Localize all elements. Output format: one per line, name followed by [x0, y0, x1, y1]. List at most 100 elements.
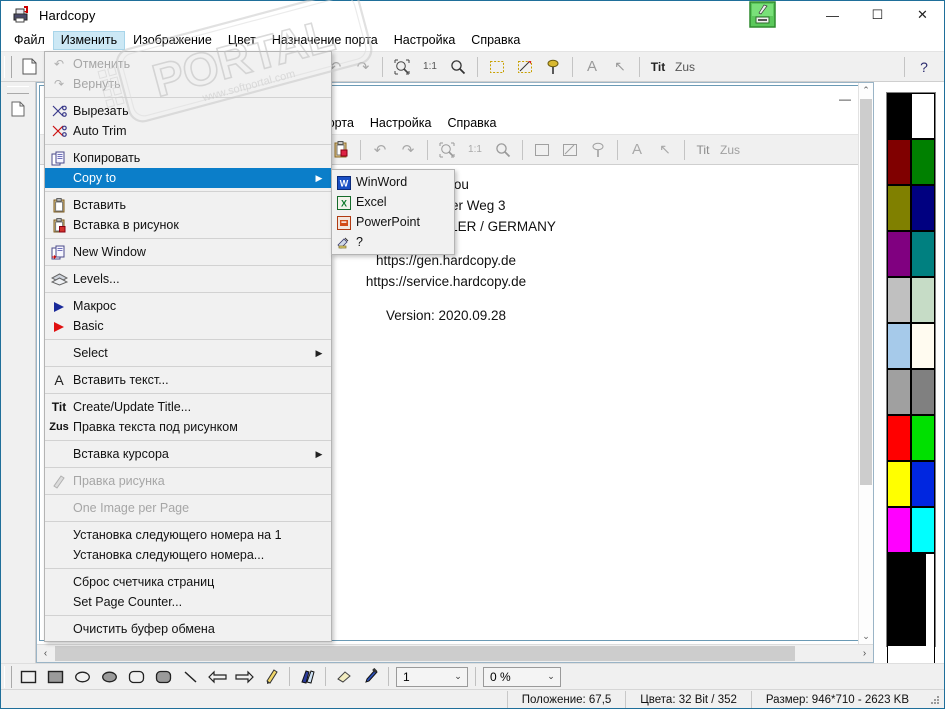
menu-settings[interactable]: Настройка [386, 31, 464, 50]
scroll-left-arrow[interactable]: ‹ [37, 645, 54, 662]
marker-icon[interactable] [295, 666, 320, 688]
help-icon[interactable]: ? [911, 55, 937, 79]
menu-help[interactable]: Справка [463, 31, 528, 50]
palette-swatch-navy[interactable] [911, 185, 935, 231]
left-toolbar-grip[interactable] [6, 86, 29, 94]
bottom-toolbar-grip[interactable] [4, 665, 12, 688]
arrow-left-icon[interactable] [205, 666, 230, 688]
vertical-scrollbar[interactable]: ⌃ ⌄ [858, 83, 873, 644]
green-scanner-icon[interactable] [748, 1, 778, 29]
new-document-icon[interactable] [16, 55, 42, 79]
chevron-down-icon[interactable]: ⌄ [449, 671, 467, 682]
color-picker-icon[interactable] [540, 55, 566, 79]
palette-swatch-yellow[interactable] [887, 461, 911, 507]
palette-swatch-olive[interactable] [887, 185, 911, 231]
palette-swatch-teal[interactable] [911, 231, 935, 277]
palette-swatch-red[interactable] [887, 415, 911, 461]
menuitem-edit-image[interactable]: Правка рисунка [45, 471, 331, 491]
menuitem-copy-to[interactable]: Copy to ▶ [45, 168, 331, 188]
palette-swatch-green[interactable] [911, 139, 935, 185]
palette-swatch-cyan[interactable] [911, 507, 935, 553]
menuitem-new-window[interactable]: New Window [45, 242, 331, 262]
menu-image[interactable]: Изображение [125, 31, 220, 50]
palette-swatch-magenta[interactable] [887, 507, 911, 553]
menuitem-one-image-per-page[interactable]: One Image per Page [45, 498, 331, 518]
color-palette[interactable] [886, 92, 936, 691]
line-width-combo[interactable]: 1 ⌄ [396, 666, 468, 687]
horizontal-scroll-thumb[interactable] [55, 646, 795, 661]
palette-swatch-silver[interactable] [887, 277, 911, 323]
scroll-down-arrow[interactable]: ⌄ [859, 629, 873, 644]
vertical-scroll-thumb[interactable] [860, 99, 872, 485]
menuitem-auto-trim[interactable]: Auto Trim [45, 121, 331, 141]
ellipse-outline-icon[interactable] [70, 666, 95, 688]
menuitem-paste-into-image[interactable]: Вставка в рисунок [45, 215, 331, 235]
menuitem-set-next-number-to-1[interactable]: Установка следующего номера на 1 [45, 525, 331, 545]
menuitem-redo[interactable]: ↷ Вернуть [45, 74, 331, 94]
palette-swatch-pale-green[interactable] [911, 277, 935, 323]
rect-outline-icon[interactable] [16, 666, 41, 688]
child-menu-settings[interactable]: Настройка [362, 114, 440, 133]
arrow-right-icon[interactable] [232, 666, 257, 688]
chevron-down-icon[interactable]: ⌄ [542, 671, 560, 682]
palette-swatch-maroon[interactable] [887, 139, 911, 185]
menuitem-copy[interactable]: Копировать [45, 148, 331, 168]
menuitem-paste[interactable]: Вставить [45, 195, 331, 215]
zoom-100-label[interactable]: 1:1 [417, 55, 443, 79]
palette-swatch-light-gray[interactable] [887, 369, 911, 415]
toolbar-grip[interactable] [4, 55, 12, 78]
horizontal-scrollbar[interactable]: ‹ › [37, 644, 873, 662]
submenu-item-winword[interactable]: W WinWord [332, 172, 454, 192]
palette-swatch-gray[interactable] [911, 369, 935, 415]
menuitem-insert-cursor[interactable]: Вставка курсора ▶ [45, 444, 331, 464]
menuitem-basic[interactable]: Basic [45, 316, 331, 336]
submenu-item-other[interactable]: ? [332, 232, 454, 252]
rect-select-icon[interactable] [484, 55, 510, 79]
menuitem-macro[interactable]: Макрос [45, 296, 331, 316]
transparency-combo[interactable]: 0 % ⌄ [483, 666, 561, 687]
menuitem-cut[interactable]: Вырезать [45, 101, 331, 121]
submenu-item-excel[interactable]: X Excel [332, 192, 454, 212]
rounded-rect-outline-icon[interactable] [124, 666, 149, 688]
child-menu-help[interactable]: Справка [439, 114, 504, 133]
fit-to-window-icon[interactable] [389, 55, 415, 79]
menuitem-undo[interactable]: ↶ Отменить [45, 54, 331, 74]
palette-swatch-lime[interactable] [911, 415, 935, 461]
menuitem-set-next-number[interactable]: Установка следующего номера... [45, 545, 331, 565]
zoom-icon[interactable] [445, 55, 471, 79]
line-icon[interactable] [178, 666, 203, 688]
scroll-up-arrow[interactable]: ⌃ [859, 83, 873, 98]
menu-edit[interactable]: Изменить [52, 31, 126, 50]
region-edit-icon[interactable] [512, 55, 538, 79]
maximize-button[interactable]: ☐ [855, 0, 900, 30]
palette-swatch-ivory[interactable] [911, 323, 935, 369]
menuitem-create-update-title[interactable]: Tit Create/Update Title... [45, 397, 331, 417]
subtitle-tool-label[interactable]: Zus [672, 55, 698, 79]
palette-swatch-light-blue[interactable] [887, 323, 911, 369]
palette-swatch-purple[interactable] [887, 231, 911, 277]
menuitem-levels[interactable]: Levels... [45, 269, 331, 289]
submenu-item-powerpoint[interactable]: PowerPoint [332, 212, 454, 232]
palette-swatch-blue[interactable] [911, 461, 935, 507]
pen-icon[interactable] [259, 666, 284, 688]
menuitem-select[interactable]: Select ▶ [45, 343, 331, 363]
palette-swatch-black[interactable] [887, 93, 911, 139]
menu-file[interactable]: Файл [6, 31, 53, 50]
eyedropper-icon[interactable] [358, 666, 383, 688]
menuitem-insert-text[interactable]: A Вставить текст... [45, 370, 331, 390]
rounded-rect-filled-icon[interactable] [151, 666, 176, 688]
menu-color[interactable]: Цвет [220, 31, 264, 50]
title-tool-label[interactable]: Tit [646, 55, 670, 79]
eraser-icon[interactable] [331, 666, 356, 688]
close-button[interactable]: ✕ [900, 0, 945, 30]
menuitem-set-page-counter[interactable]: Set Page Counter... [45, 592, 331, 612]
minimize-button[interactable]: — [810, 0, 855, 30]
scroll-right-arrow[interactable]: › [856, 645, 873, 662]
palette-swatch-white[interactable] [911, 93, 935, 139]
menuitem-edit-subtitle[interactable]: Zus Правка текста под рисунком [45, 417, 331, 437]
rect-filled-icon[interactable] [43, 666, 68, 688]
child-minimize-button[interactable]: — [834, 92, 856, 108]
resize-grip[interactable] [927, 692, 943, 708]
menu-port-assignment[interactable]: Назначение порта [264, 31, 386, 50]
ellipse-filled-icon[interactable] [97, 666, 122, 688]
